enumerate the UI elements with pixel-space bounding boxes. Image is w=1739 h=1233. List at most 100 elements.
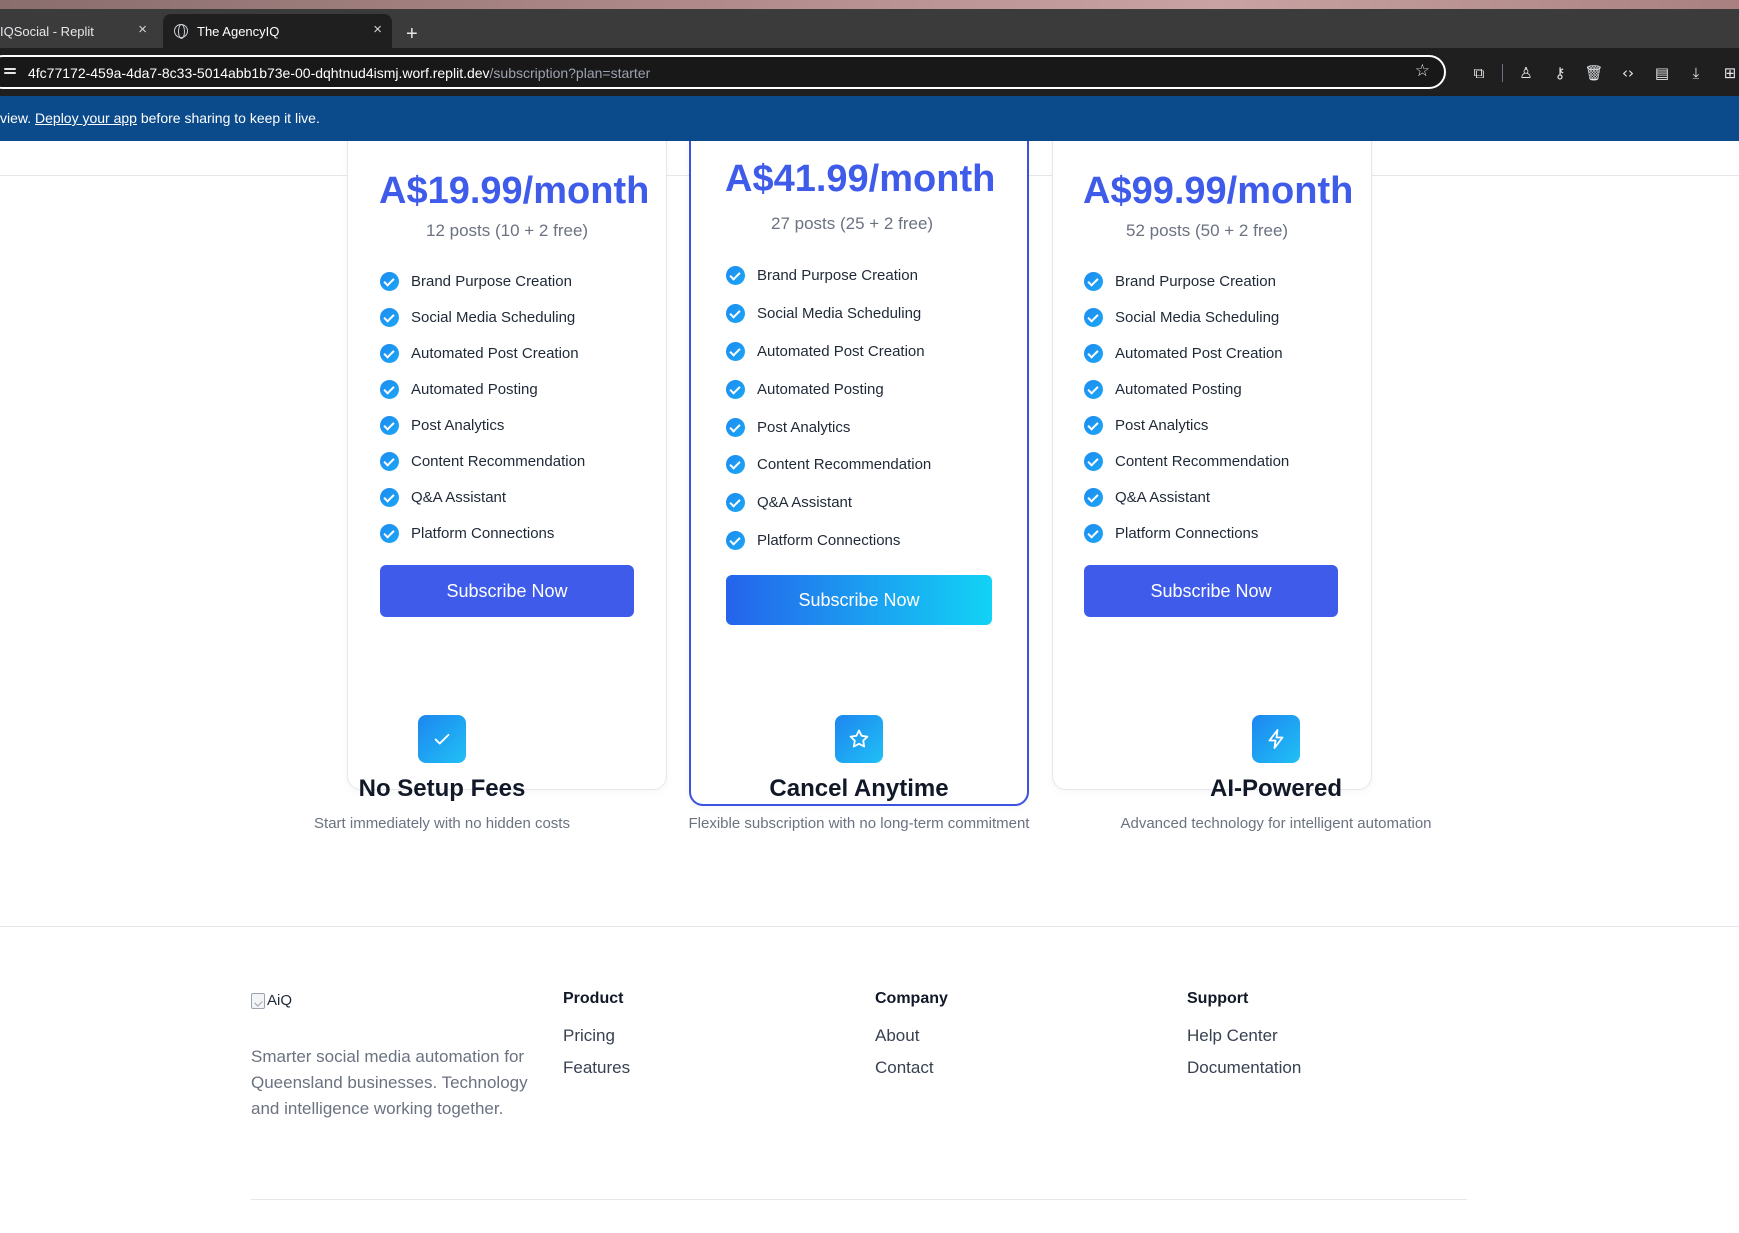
- globe-icon: [174, 24, 188, 39]
- check-circle-icon: [726, 379, 745, 399]
- footer-column-heading: Support: [1187, 990, 1249, 1007]
- page-content: A$19.99/month 12 posts (10 + 2 free) Bra…: [0, 141, 1739, 1233]
- check-circle-icon: [1084, 271, 1103, 291]
- trash-icon[interactable]: 🗑: [1577, 62, 1611, 84]
- incognito-icon[interactable]: ♙: [1509, 62, 1543, 84]
- footer-logo[interactable]: AiQ: [251, 992, 292, 1009]
- window-top-strip: [0, 0, 1739, 9]
- new-tab-button[interactable]: +: [406, 24, 418, 44]
- feature-item: Q&A Assistant: [1084, 479, 1289, 515]
- banner-text-after: before sharing to keep it live.: [136, 110, 320, 126]
- tab-label: IQSocial - Replit: [0, 23, 94, 39]
- footer-tagline: Smarter social media automation for Quee…: [251, 1047, 528, 1118]
- footer-bottom-divider: [251, 1199, 1467, 1200]
- feature-item: Content Recommendation: [380, 443, 585, 479]
- feature-item: Automated Post Creation: [1084, 335, 1289, 371]
- feature-item: Automated Post Creation: [380, 335, 585, 371]
- benefit-ai-powered: AI-Powered Advanced technology for intel…: [1066, 715, 1486, 832]
- footer-column-product: Product Pricing Features: [563, 990, 630, 1084]
- extensions-icon[interactable]: ⧉: [1462, 62, 1496, 84]
- footer-link-contact[interactable]: Contact: [875, 1052, 948, 1084]
- plan-price: A$41.99/month: [725, 158, 996, 200]
- subscribe-now-button[interactable]: Subscribe Now: [726, 575, 992, 625]
- feature-item: Post Analytics: [380, 407, 585, 443]
- url-text[interactable]: 4fc77172-459a-4da7-8c33-5014abb1b73e-00-…: [28, 65, 650, 81]
- footer-link-pricing[interactable]: Pricing: [563, 1020, 630, 1052]
- close-tab-icon[interactable]: ×: [373, 22, 382, 38]
- check-circle-icon: [726, 493, 745, 513]
- check-circle-icon: [380, 271, 399, 291]
- check-circle-icon: [726, 417, 745, 437]
- check-circle-icon: [726, 304, 745, 324]
- code-icon[interactable]: ‹›: [1611, 62, 1645, 84]
- check-circle-icon: [380, 379, 399, 399]
- broken-image-icon: [251, 992, 265, 1009]
- subscribe-now-button[interactable]: Subscribe Now: [1084, 565, 1338, 617]
- check-icon: [418, 715, 466, 763]
- extension-puzzle-icon[interactable]: ⊞: [1713, 62, 1739, 84]
- footer-link-about[interactable]: About: [875, 1020, 948, 1052]
- benefit-title: AI-Powered: [1209, 775, 1343, 802]
- download-icon[interactable]: ⤓: [1679, 62, 1713, 84]
- check-circle-icon: [1084, 379, 1103, 399]
- feature-item: Brand Purpose Creation: [1084, 263, 1289, 299]
- plan-posts: 12 posts (10 + 2 free): [426, 221, 589, 240]
- benefit-no-setup-fees: No Setup Fees Start immediately with no …: [232, 715, 652, 832]
- logo-alt-text: AiQ: [267, 992, 293, 1009]
- feature-item: Content Recommendation: [726, 446, 931, 484]
- feature-item: Brand Purpose Creation: [726, 257, 931, 295]
- benefit-cancel-anytime: Cancel Anytime Flexible subscription wit…: [649, 715, 1069, 832]
- feature-item: Social Media Scheduling: [380, 299, 585, 335]
- layout-icon[interactable]: ▤: [1645, 62, 1679, 84]
- footer-link-help-center[interactable]: Help Center: [1187, 1020, 1301, 1052]
- feature-item: Automated Post Creation: [726, 333, 931, 371]
- browser-toolbar: ⧉ ♙ ⚷ 🗑 ‹› ▤ ⤓ ⊞: [1462, 62, 1739, 84]
- check-circle-icon: [1084, 487, 1103, 507]
- plan-features: Brand Purpose Creation Social Media Sche…: [726, 257, 931, 559]
- close-tab-icon[interactable]: ×: [138, 22, 147, 38]
- feature-item: Automated Posting: [726, 370, 931, 408]
- deploy-app-link[interactable]: Deploy your app: [35, 110, 137, 126]
- benefit-title: No Setup Fees: [358, 775, 526, 802]
- check-circle-icon: [726, 455, 745, 475]
- feature-item: Post Analytics: [1084, 407, 1289, 443]
- lightning-icon: [1252, 715, 1300, 763]
- feature-item: Platform Connections: [726, 522, 931, 560]
- site-settings-icon[interactable]: [4, 66, 16, 78]
- address-bar: 4fc77172-459a-4da7-8c33-5014abb1b73e-00-…: [0, 48, 1739, 96]
- tab-iqsocial-replit[interactable]: IQSocial - Replit ×: [0, 14, 157, 48]
- check-circle-icon: [380, 415, 399, 435]
- check-circle-icon: [1084, 451, 1103, 471]
- footer-link-features[interactable]: Features: [563, 1052, 630, 1084]
- tab-bar: IQSocial - Replit × The AgencyIQ × +: [0, 9, 1739, 48]
- check-circle-icon: [380, 343, 399, 363]
- plan-features: Brand Purpose Creation Social Media Sche…: [1084, 263, 1289, 551]
- benefit-title: Cancel Anytime: [769, 775, 949, 802]
- check-circle-icon: [380, 307, 399, 327]
- feature-item: Automated Posting: [1084, 371, 1289, 407]
- tab-the-agencyiq[interactable]: The AgencyIQ ×: [163, 14, 392, 48]
- plan-posts: 52 posts (50 + 2 free): [1126, 221, 1289, 240]
- footer-column-support: Support Help Center Documentation: [1187, 990, 1301, 1084]
- check-circle-icon: [380, 451, 399, 471]
- check-circle-icon: [726, 266, 745, 286]
- omnibox[interactable]: 4fc77172-459a-4da7-8c33-5014abb1b73e-00-…: [0, 55, 1446, 89]
- check-circle-icon: [1084, 343, 1103, 363]
- subscribe-now-button[interactable]: Subscribe Now: [380, 565, 634, 617]
- plan-features: Brand Purpose Creation Social Media Sche…: [380, 263, 585, 551]
- plan-price: A$19.99/month: [379, 170, 650, 212]
- feature-item: Platform Connections: [380, 515, 585, 551]
- check-circle-icon: [1084, 415, 1103, 435]
- footer-link-documentation[interactable]: Documentation: [1187, 1052, 1301, 1084]
- banner-text-before: view.: [0, 110, 36, 126]
- footer-divider: [0, 926, 1739, 927]
- plan-posts: 27 posts (25 + 2 free): [771, 214, 934, 233]
- check-circle-icon: [380, 523, 399, 543]
- benefit-text: Flexible subscription with no long-term …: [688, 815, 1030, 832]
- password-key-icon[interactable]: ⚷: [1543, 62, 1577, 84]
- check-circle-icon: [1084, 523, 1103, 543]
- footer-column-company: Company About Contact: [875, 990, 948, 1084]
- toolbar-separator: [1502, 64, 1503, 82]
- bookmark-star-icon[interactable]: ☆: [1415, 61, 1430, 81]
- benefit-text: Start immediately with no hidden costs: [314, 815, 570, 832]
